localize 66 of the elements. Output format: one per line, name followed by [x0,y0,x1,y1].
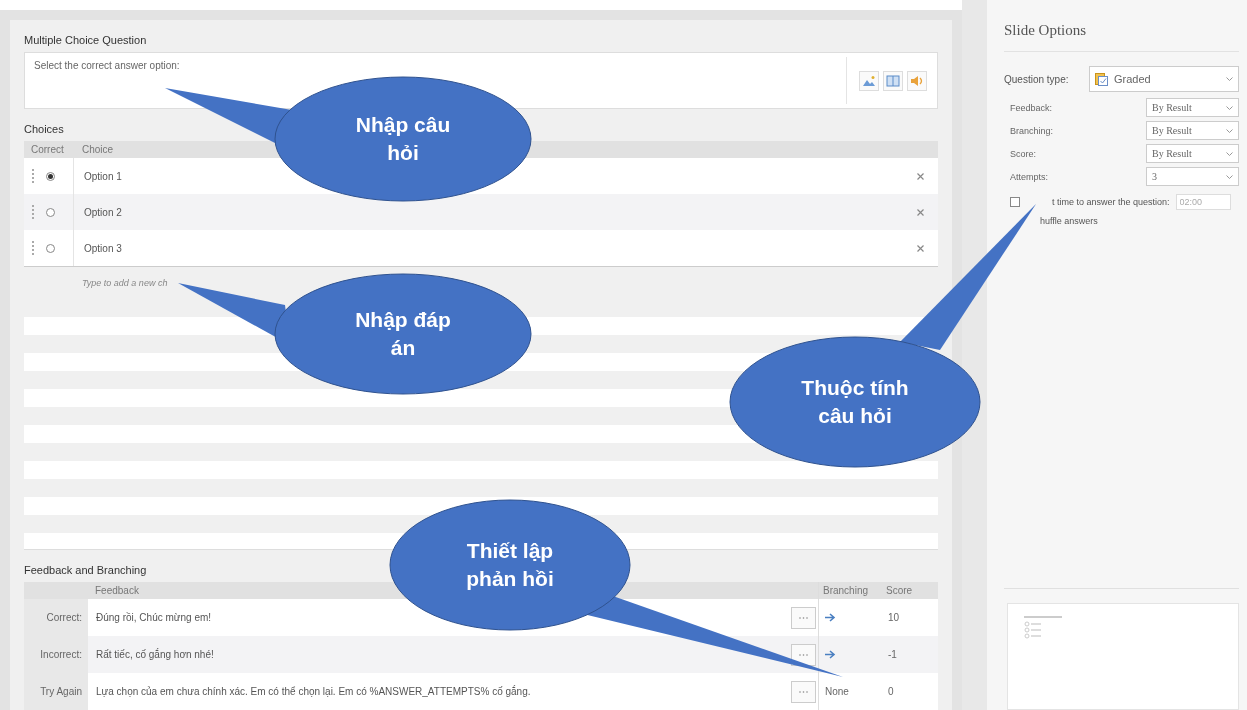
row-label: Incorrect: [24,636,88,673]
chevron-down-icon [1226,105,1233,110]
chevron-down-icon [1226,77,1233,81]
image-icon [862,74,876,87]
ellipsis-icon [799,690,808,693]
question-type-dropdown[interactable]: Graded [1089,66,1239,92]
section-heading: Choices [24,122,64,137]
score-value: 10 [887,612,901,623]
graded-icon [1095,72,1108,86]
dropdown[interactable]: By Result [1146,121,1239,140]
radio-button[interactable] [46,171,55,181]
score-value: 0 [887,686,895,697]
option-label: huffle answers [1039,215,1098,226]
chevron-down-icon [1226,128,1233,133]
dropdown[interactable]: By Result [1146,144,1239,163]
section-heading: Multiple Choice Question [24,33,147,48]
close-icon[interactable] [917,208,924,216]
callout-tooltip-text: Nhập đáp án [354,307,452,361]
callout-tooltip-text: Thiết lập phản hồi [465,538,555,592]
row-label: Correct: [24,599,88,636]
panel-title: Slide Options [1004,0,1239,52]
question-text: Select the correct answer option: [33,59,181,73]
insert-audio-button[interactable] [907,70,927,91]
field-label: Branching: [1010,125,1054,136]
insert-picture-button[interactable] [859,70,879,91]
slide-thumbnail-drawing[interactable] [1024,616,1062,639]
drag-handle-icon[interactable] [32,205,34,219]
branching-value[interactable]: None [825,686,849,697]
drag-handle-icon[interactable] [32,169,34,183]
row-label: Try Again [24,673,88,710]
time-field[interactable]: 02:00 [1175,194,1231,210]
table-icon [886,74,900,87]
chevron-down-icon [1226,174,1233,179]
score-value: -1 [887,649,898,660]
field-label: Feedback: [1010,102,1053,113]
column-header: Choice [81,144,114,155]
new-choice-field[interactable]: Type to add a new ch [24,278,168,288]
dropdown[interactable]: By Result [1146,98,1239,117]
ellipsis-icon [799,653,808,656]
option-label: t time to answer the question: [1051,197,1170,207]
speaker-icon [910,74,924,87]
checkbox[interactable] [1010,197,1020,207]
arrow-icon[interactable] [825,650,836,659]
callout-tooltip-text: Thuộc tính câu hỏi [800,375,910,429]
dropdown[interactable]: 3 [1146,167,1239,186]
arrow-icon[interactable] [825,613,836,622]
section-heading: Feedback and Branching [24,563,147,578]
field-label: Question type: [1004,73,1070,85]
close-icon[interactable] [917,172,924,180]
field-label: Attempts: [1010,171,1048,182]
column-header: Feedback [94,585,139,596]
drag-handle-icon[interactable] [32,241,34,255]
feedback-text[interactable]: Đúng rồi, Chúc mừng em! [88,612,791,623]
chevron-down-icon [1226,151,1233,156]
callout-tooltip-text: Nhập câu hỏi [354,112,452,166]
ellipsis-icon [799,616,808,619]
field-label: Score: [1010,148,1036,159]
insert-slide-button[interactable] [883,70,903,91]
column-header: Score [885,585,914,596]
radio-button[interactable] [46,207,55,217]
column-header: Correct [30,144,65,155]
feedback-text[interactable]: Lựa chọn của em chưa chính xác. Em có thể chọn lại. Em có %ANSWER_ATTEMPTS% cố gắng. [88,686,791,697]
more-button[interactable] [791,643,816,666]
close-icon[interactable] [917,244,924,252]
feedback-text[interactable]: Rất tiếc, cố gắng hơn nhé! [88,649,791,660]
radio-button[interactable] [46,243,55,253]
